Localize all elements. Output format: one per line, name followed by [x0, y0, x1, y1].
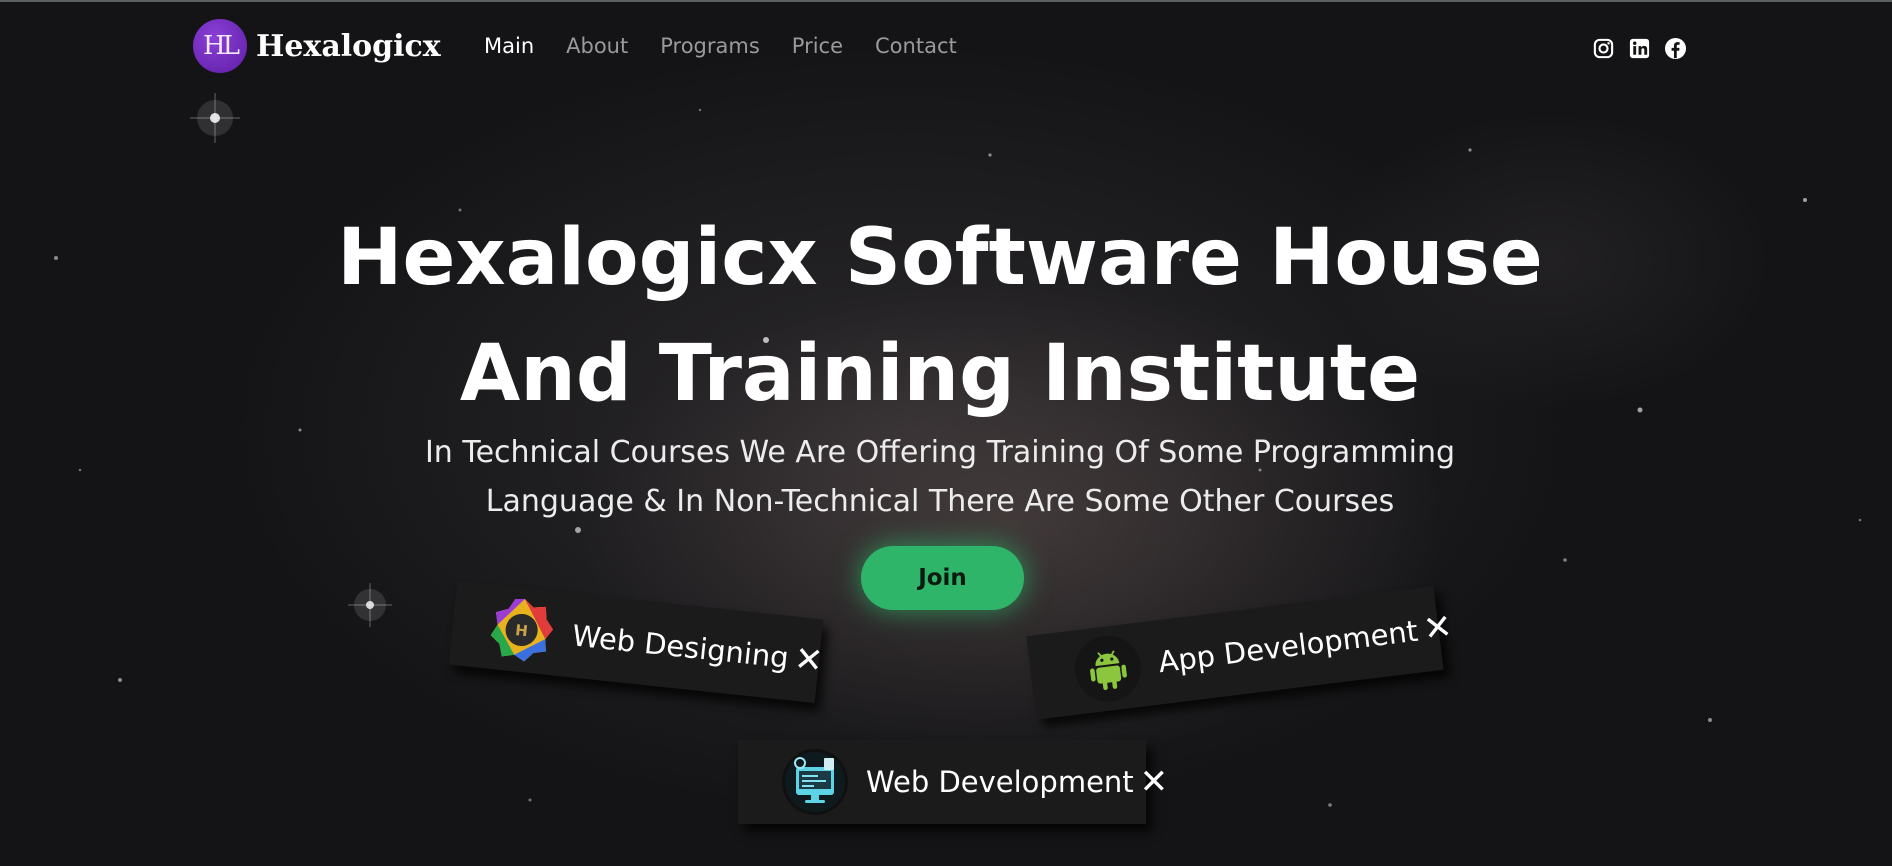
hero-title: Hexalogicx Software House And Training I…: [300, 200, 1580, 432]
brand-name: Hexalogicx: [256, 28, 441, 64]
hero-subtitle-line2: Language & In Non-Technical There Are So…: [485, 484, 1395, 519]
app-development-close-icon[interactable]: ✕: [1421, 607, 1454, 650]
hero-title-line1: Hexalogicx Software House: [337, 213, 1543, 303]
hero-subtitle: In Technical Courses We Are Offering Tra…: [390, 428, 1490, 526]
brand[interactable]: HL Hexalogicx: [193, 19, 441, 73]
nav-item-about[interactable]: About: [566, 34, 628, 58]
web-designing-label: Web Designing: [570, 618, 791, 675]
social-links: [1592, 37, 1687, 60]
linkedin-icon[interactable]: [1628, 37, 1651, 60]
hero-subtitle-line1: In Technical Courses We Are Offering Tra…: [424, 435, 1456, 470]
main-nav: Main About Programs Price Contact: [484, 34, 957, 58]
web-designing-icon: H: [485, 594, 558, 667]
nav-item-contact[interactable]: Contact: [875, 34, 957, 58]
course-card-app-development[interactable]: App Development ✕: [1026, 586, 1454, 720]
facebook-icon[interactable]: [1664, 37, 1687, 60]
course-card-web-development[interactable]: Web Development ✕: [738, 740, 1168, 824]
web-development-label: Web Development: [866, 765, 1134, 799]
instagram-icon[interactable]: [1592, 37, 1615, 60]
web-development-close-icon[interactable]: ✕: [1140, 765, 1169, 799]
web-development-icon: [782, 749, 848, 815]
web-designing-close-icon[interactable]: ✕: [792, 639, 825, 682]
brand-logo: HL: [193, 19, 247, 73]
join-button[interactable]: Join: [861, 546, 1024, 610]
course-card-web-designing[interactable]: H Web Designing ✕: [448, 580, 825, 704]
nav-item-programs[interactable]: Programs: [660, 34, 760, 58]
hero-title-line2: And Training Institute: [459, 329, 1421, 419]
svg-text:H: H: [514, 621, 528, 640]
top-border: [0, 0, 1892, 2]
nav-item-main[interactable]: Main: [484, 34, 534, 58]
android-icon: [1071, 631, 1145, 706]
app-development-label: App Development: [1156, 613, 1420, 680]
nav-item-price[interactable]: Price: [792, 34, 843, 58]
